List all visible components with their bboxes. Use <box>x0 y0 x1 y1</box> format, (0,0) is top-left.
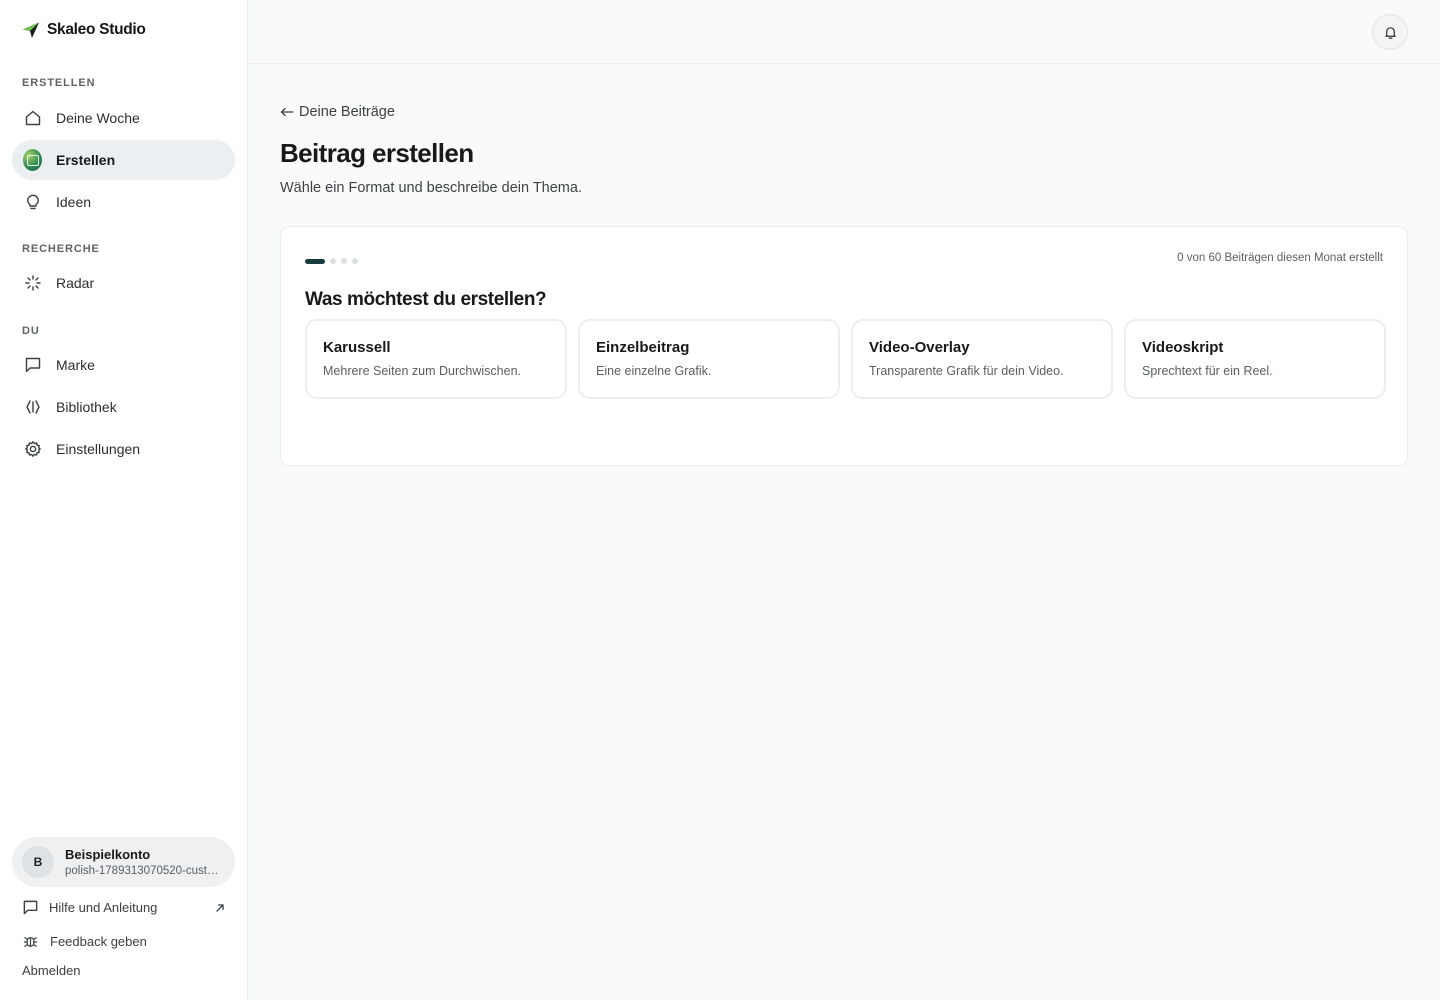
gear-icon <box>23 440 42 459</box>
brand-name: Skaleo Studio <box>47 21 146 38</box>
external-link-icon <box>216 904 224 912</box>
logout-link[interactable]: Abmelden <box>22 963 81 978</box>
message-square-icon <box>23 900 38 915</box>
message-square-icon <box>23 356 42 375</box>
sidebar-item-einstellungen[interactable]: Einstellungen <box>12 429 235 469</box>
section-label-erstellen: ERSTELLEN <box>22 77 96 89</box>
account-subtitle: polish-1789313070520-customer <box>65 865 221 877</box>
format-description: Eine einzelne Grafik. <box>596 364 712 378</box>
step-dot-active <box>305 258 325 264</box>
brand-logo[interactable]: Skaleo Studio <box>22 21 146 39</box>
format-title: Videoskript <box>1142 339 1224 356</box>
logout-label: Abmelden <box>22 963 81 978</box>
back-link[interactable]: Deine Beiträge <box>280 104 395 120</box>
section-label-recherche: RECHERCHE <box>22 243 100 255</box>
format-option-einzelbeitrag[interactable]: Einzelbeitrag Eine einzelne Grafik. <box>578 319 840 399</box>
feedback-link[interactable]: Feedback geben <box>22 933 147 950</box>
format-title: Video-Overlay <box>869 339 970 356</box>
account-switcher[interactable]: B Beispielkonto polish-1789313070520-cus… <box>12 837 235 887</box>
sidebar: Skaleo Studio ERSTELLEN Deine Woche Erst… <box>0 0 248 1000</box>
sidebar-item-label: Deine Woche <box>56 110 140 126</box>
step-dot <box>341 258 347 264</box>
account-name: Beispielkonto <box>65 847 151 862</box>
format-question: Was möchtest du erstellen? <box>305 289 547 310</box>
step-dot <box>330 258 336 264</box>
notifications-button[interactable] <box>1372 14 1408 50</box>
sidebar-item-label: Einstellungen <box>56 441 141 457</box>
format-option-videoskript[interactable]: Videoskript Sprechtext für ein Reel. <box>1124 319 1386 399</box>
top-bar <box>248 0 1440 64</box>
section-label-du: DU <box>22 325 40 337</box>
lightbulb-icon <box>23 193 42 212</box>
step-dot <box>352 258 358 264</box>
arrow-left-icon <box>280 107 294 117</box>
sidebar-item-deine-woche[interactable]: Deine Woche <box>12 98 235 138</box>
sidebar-item-marke[interactable]: Marke <box>12 345 235 385</box>
bell-icon <box>1384 26 1396 39</box>
format-option-video-overlay[interactable]: Video-Overlay Transparente Grafik für de… <box>851 319 1113 399</box>
avatar: B <box>22 846 54 878</box>
page-title: Beitrag erstellen <box>280 138 474 168</box>
sidebar-item-label: Radar <box>56 275 95 291</box>
quota-text: 0 von 60 Beiträgen diesen Monat erstellt <box>1177 252 1383 264</box>
bug-icon <box>23 937 38 947</box>
sidebar-item-label: Bibliothek <box>56 399 117 415</box>
sidebar-item-label: Marke <box>56 357 95 373</box>
home-icon <box>23 109 42 128</box>
library-icon <box>23 398 42 417</box>
feedback-link-label: Feedback geben <box>50 934 147 949</box>
sidebar-item-bibliothek[interactable]: Bibliothek <box>12 387 235 427</box>
format-options: Karussell Mehrere Seiten zum Durchwische… <box>305 319 1386 399</box>
format-description: Mehrere Seiten zum Durchwischen. <box>323 364 521 378</box>
step-indicator <box>305 258 358 264</box>
format-description: Transparente Grafik für dein Video. <box>869 364 1064 378</box>
radar-icon <box>23 274 42 293</box>
sidebar-item-label: Erstellen <box>56 152 116 168</box>
back-link-label: Deine Beiträge <box>299 104 395 120</box>
create-card: 0 von 60 Beiträgen diesen Monat erstellt… <box>280 226 1408 466</box>
page-subtitle: Wähle ein Format und beschreibe dein The… <box>280 180 582 196</box>
format-title: Einzelbeitrag <box>596 339 690 356</box>
format-option-karussell[interactable]: Karussell Mehrere Seiten zum Durchwische… <box>305 319 567 399</box>
format-description: Sprechtext für ein Reel. <box>1142 364 1273 378</box>
sidebar-item-radar[interactable]: Radar <box>12 263 235 303</box>
sidebar-item-erstellen[interactable]: Erstellen <box>12 140 235 180</box>
format-title: Karussell <box>323 339 391 356</box>
help-link[interactable]: Hilfe und Anleitung <box>22 899 157 916</box>
create-icon <box>23 149 42 171</box>
paper-plane-icon <box>23 22 39 38</box>
sidebar-item-ideen[interactable]: Ideen <box>12 182 235 222</box>
help-link-label: Hilfe und Anleitung <box>49 900 158 915</box>
sidebar-item-label: Ideen <box>56 194 92 210</box>
